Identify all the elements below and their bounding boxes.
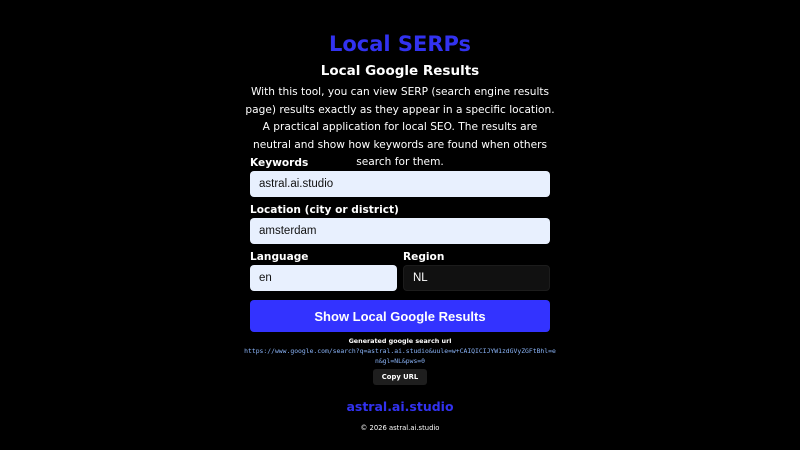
copy-url-button[interactable]: Copy URL <box>373 369 427 385</box>
language-label: Language <box>250 251 309 263</box>
keywords-input[interactable] <box>250 171 550 197</box>
page: Local SERPs Local Google Results With th… <box>0 0 800 450</box>
show-results-button[interactable]: Show Local Google Results <box>250 300 550 332</box>
region-input[interactable] <box>403 265 550 291</box>
location-label: Location (city or district) <box>250 204 399 216</box>
page-subtitle: Local Google Results <box>320 63 480 79</box>
footer-brand: astral.ai.studio <box>346 399 454 414</box>
keywords-label: Keywords <box>250 157 309 169</box>
generated-url: https://www.google.com/search?q=astral.a… <box>244 347 556 365</box>
region-label: Region <box>403 251 445 263</box>
location-input[interactable] <box>250 218 550 244</box>
app-title: Local SERPs <box>328 32 472 56</box>
generated-url-label: Generated google search url <box>348 337 452 345</box>
copyright: © 2026 astral.ai.studio <box>360 424 440 432</box>
language-input[interactable] <box>250 265 397 291</box>
